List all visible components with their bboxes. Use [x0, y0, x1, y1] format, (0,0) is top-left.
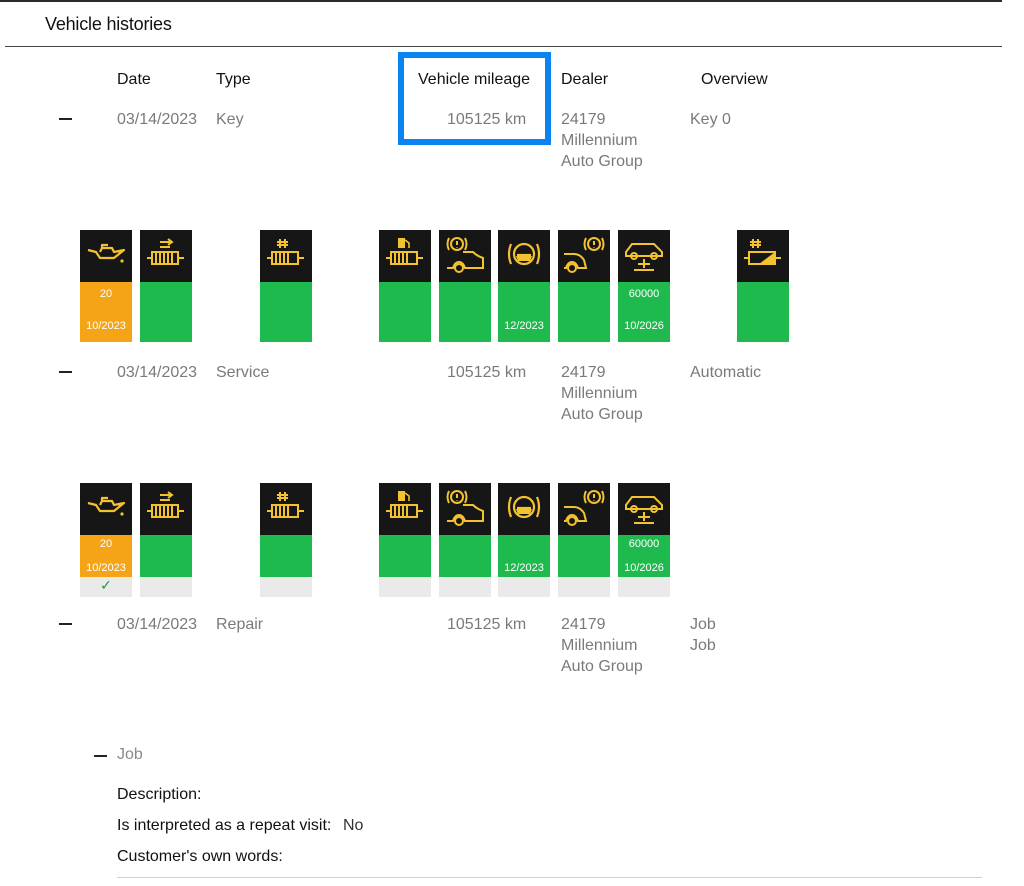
service-tile-engine-oil: 20 10/2023 ✓	[80, 483, 132, 597]
entry-type: Key	[216, 111, 244, 128]
diesel-filter-icon	[144, 234, 188, 279]
dealer-name-line2: Auto Group	[561, 658, 643, 675]
service-tile-vehicle-inspection: 60000 10/2026	[618, 230, 670, 342]
title-divider	[5, 46, 1002, 47]
service-tile-fuel-pump-filter	[379, 483, 431, 597]
service-tile-brake-fluid: 12/2023	[498, 483, 550, 597]
description-label: Description:	[117, 786, 202, 803]
service-tile-fuel-pump-filter	[379, 230, 431, 342]
section-divider	[117, 877, 982, 878]
column-header-dealer: Dealer	[561, 71, 609, 88]
column-header-mileage: Vehicle mileage	[418, 71, 531, 88]
repeat-visit-label: Is interpreted as a repeat visit:	[117, 817, 332, 834]
dealer-name-line1: Millennium	[561, 132, 638, 149]
dealer-number: 24179	[561, 111, 606, 128]
column-header-date: Date	[117, 71, 151, 88]
dealer-name-line2: Auto Group	[561, 153, 643, 170]
brake-fluid-icon	[502, 487, 546, 532]
tile-value: 60000	[628, 538, 660, 550]
entry-date: 03/14/2023	[117, 616, 198, 633]
fuel-pump-filter-icon	[383, 234, 427, 279]
collapse-toggle[interactable]	[59, 623, 72, 625]
tile-value: 60000	[628, 288, 660, 300]
entry-mileage: 105125 km	[447, 111, 527, 128]
service-tile-battery-filter	[737, 230, 789, 342]
service-tile-diesel-filter	[140, 230, 192, 342]
engine-oil-icon	[84, 234, 128, 279]
collapse-toggle[interactable]	[59, 118, 72, 120]
entry-mileage: 105125 km	[447, 616, 527, 633]
top-border	[0, 0, 1002, 2]
repeat-visit-value: No	[343, 817, 364, 834]
dealer-number: 24179	[561, 364, 606, 381]
service-tile-front-brake	[439, 230, 491, 342]
tile-value: 20	[99, 538, 113, 550]
service-tile-diesel-filter	[140, 483, 192, 597]
dealer-name-line1: Millennium	[561, 637, 638, 654]
tile-date: 10/2026	[624, 562, 664, 574]
vehicle-inspection-icon	[622, 487, 666, 532]
service-tile-rear-brake	[558, 230, 610, 342]
battery-filter-icon	[741, 234, 785, 279]
customer-words-label: Customer's own words:	[117, 848, 283, 865]
dealer-number: 24179	[561, 616, 606, 633]
entry-type: Repair	[216, 616, 264, 633]
fuel-pump-filter-icon	[383, 487, 427, 532]
column-header-overview: Overview	[701, 71, 768, 88]
diesel-filter-icon	[144, 487, 188, 532]
entry-type: Service	[216, 364, 270, 381]
tile-value: 20	[99, 288, 113, 300]
rear-brake-icon	[562, 234, 606, 279]
fuel-filter-icon	[264, 234, 308, 279]
service-tile-vehicle-inspection: 60000 10/2026	[618, 483, 670, 597]
collapse-toggle[interactable]	[59, 371, 72, 373]
entry-dealer: 24179 Millennium Auto Group	[561, 109, 643, 172]
entry-overview: Job Job	[690, 614, 716, 656]
service-tile-fuel-filter	[260, 230, 312, 342]
dealer-name-line1: Millennium	[561, 385, 638, 402]
column-header-type: Type	[216, 71, 251, 88]
vehicle-inspection-icon	[622, 234, 666, 279]
tile-date: 12/2023	[504, 562, 544, 574]
entry-date: 03/14/2023	[117, 364, 198, 381]
engine-oil-icon	[84, 487, 128, 532]
entry-dealer: 24179 Millennium Auto Group	[561, 614, 643, 677]
service-tile-brake-fluid: 12/2023	[498, 230, 550, 342]
mileage-highlight-box	[398, 52, 551, 145]
entry-overview: Automatic	[690, 364, 762, 381]
service-tile-fuel-filter	[260, 483, 312, 597]
overview-line: Job	[690, 637, 716, 654]
fuel-filter-icon	[264, 487, 308, 532]
entry-overview: Key 0	[690, 111, 731, 128]
service-tile-engine-oil: 20 10/2023	[80, 230, 132, 342]
page-title: Vehicle histories	[45, 14, 172, 34]
brake-fluid-icon	[502, 234, 546, 279]
entry-date: 03/14/2023	[117, 111, 198, 128]
front-brake-icon	[443, 487, 487, 532]
job-section-label: Job	[117, 746, 143, 763]
overview-line: Job	[690, 616, 716, 633]
entry-dealer: 24179 Millennium Auto Group	[561, 362, 643, 425]
tile-date: 10/2023	[86, 320, 126, 332]
front-brake-icon	[443, 234, 487, 279]
dealer-name-line2: Auto Group	[561, 406, 643, 423]
tile-date: 10/2023	[86, 562, 126, 574]
completed-check-icon: ✓	[80, 577, 132, 597]
tile-date: 10/2026	[624, 320, 664, 332]
service-tile-rear-brake	[558, 483, 610, 597]
job-collapse-toggle[interactable]	[94, 755, 107, 757]
entry-mileage: 105125 km	[447, 364, 527, 381]
service-tile-front-brake	[439, 483, 491, 597]
rear-brake-icon	[562, 487, 606, 532]
